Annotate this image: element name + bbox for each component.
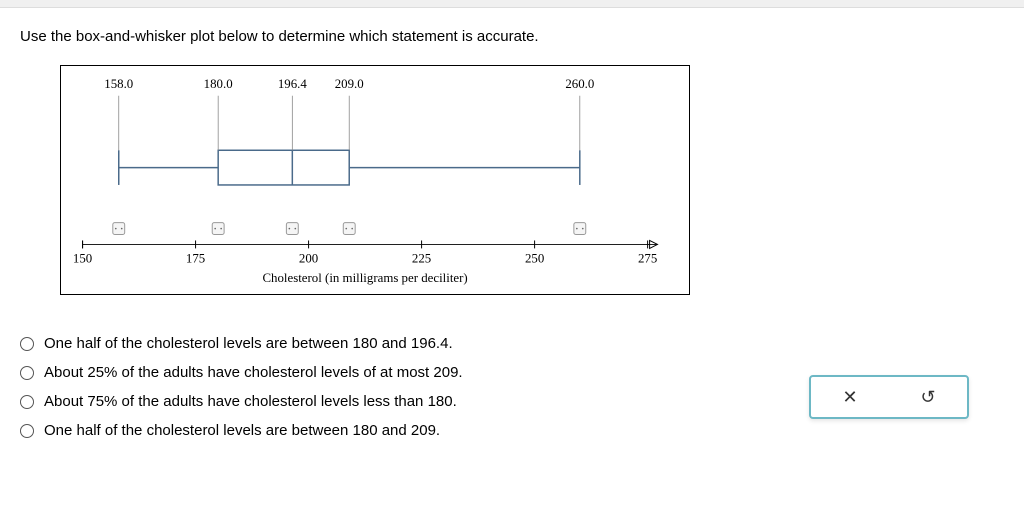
close-icon: ✕ [842, 387, 857, 408]
main-content: Use the box-and-whisker plot below to de… [0, 8, 1024, 471]
option-d[interactable]: One half of the cholesterol levels are b… [20, 422, 1004, 439]
handle-q1[interactable] [212, 223, 224, 235]
label-min: 158.0 [104, 77, 133, 91]
tick-label: 175 [186, 251, 205, 265]
handle-min[interactable] [113, 223, 125, 235]
x-axis-label: Cholesterol (in milligrams per deciliter… [262, 271, 467, 285]
label-median: 196.4 [278, 77, 308, 91]
close-button[interactable]: ✕ [842, 387, 857, 408]
radio-icon [20, 366, 34, 380]
box [218, 150, 349, 185]
handle-max[interactable] [574, 223, 586, 235]
tick-label: 275 [638, 251, 657, 265]
top-divider [0, 0, 1024, 8]
option-a[interactable]: One half of the cholesterol levels are b… [20, 335, 1004, 352]
label-q3: 209.0 [335, 77, 364, 91]
handles [113, 223, 586, 235]
option-label: One half of the cholesterol levels are b… [44, 422, 440, 439]
radio-icon [20, 337, 34, 351]
action-panel: ✕ ↺ [809, 375, 969, 419]
radio-icon [20, 395, 34, 409]
tick-label: 150 [73, 251, 92, 265]
question-text: Use the box-and-whisker plot below to de… [20, 28, 1004, 45]
option-label: About 75% of the adults have cholesterol… [44, 393, 457, 410]
handle-q3[interactable] [343, 223, 355, 235]
option-label: One half of the cholesterol levels are b… [44, 335, 453, 352]
tick-label: 225 [412, 251, 431, 265]
chart-svg: 150 175 200 225 250 275 [61, 66, 689, 294]
boxplot-chart: 150 175 200 225 250 275 [60, 65, 690, 295]
reset-icon: ↺ [920, 387, 935, 408]
option-label: About 25% of the adults have cholesterol… [44, 364, 463, 381]
label-q1: 180.0 [204, 77, 233, 91]
tick-label: 200 [299, 251, 318, 265]
boxplot [119, 96, 580, 185]
handle-median[interactable] [286, 223, 298, 235]
label-max: 260.0 [565, 77, 594, 91]
tick-label: 250 [525, 251, 544, 265]
radio-icon [20, 424, 34, 438]
reset-button[interactable]: ↺ [920, 387, 935, 408]
